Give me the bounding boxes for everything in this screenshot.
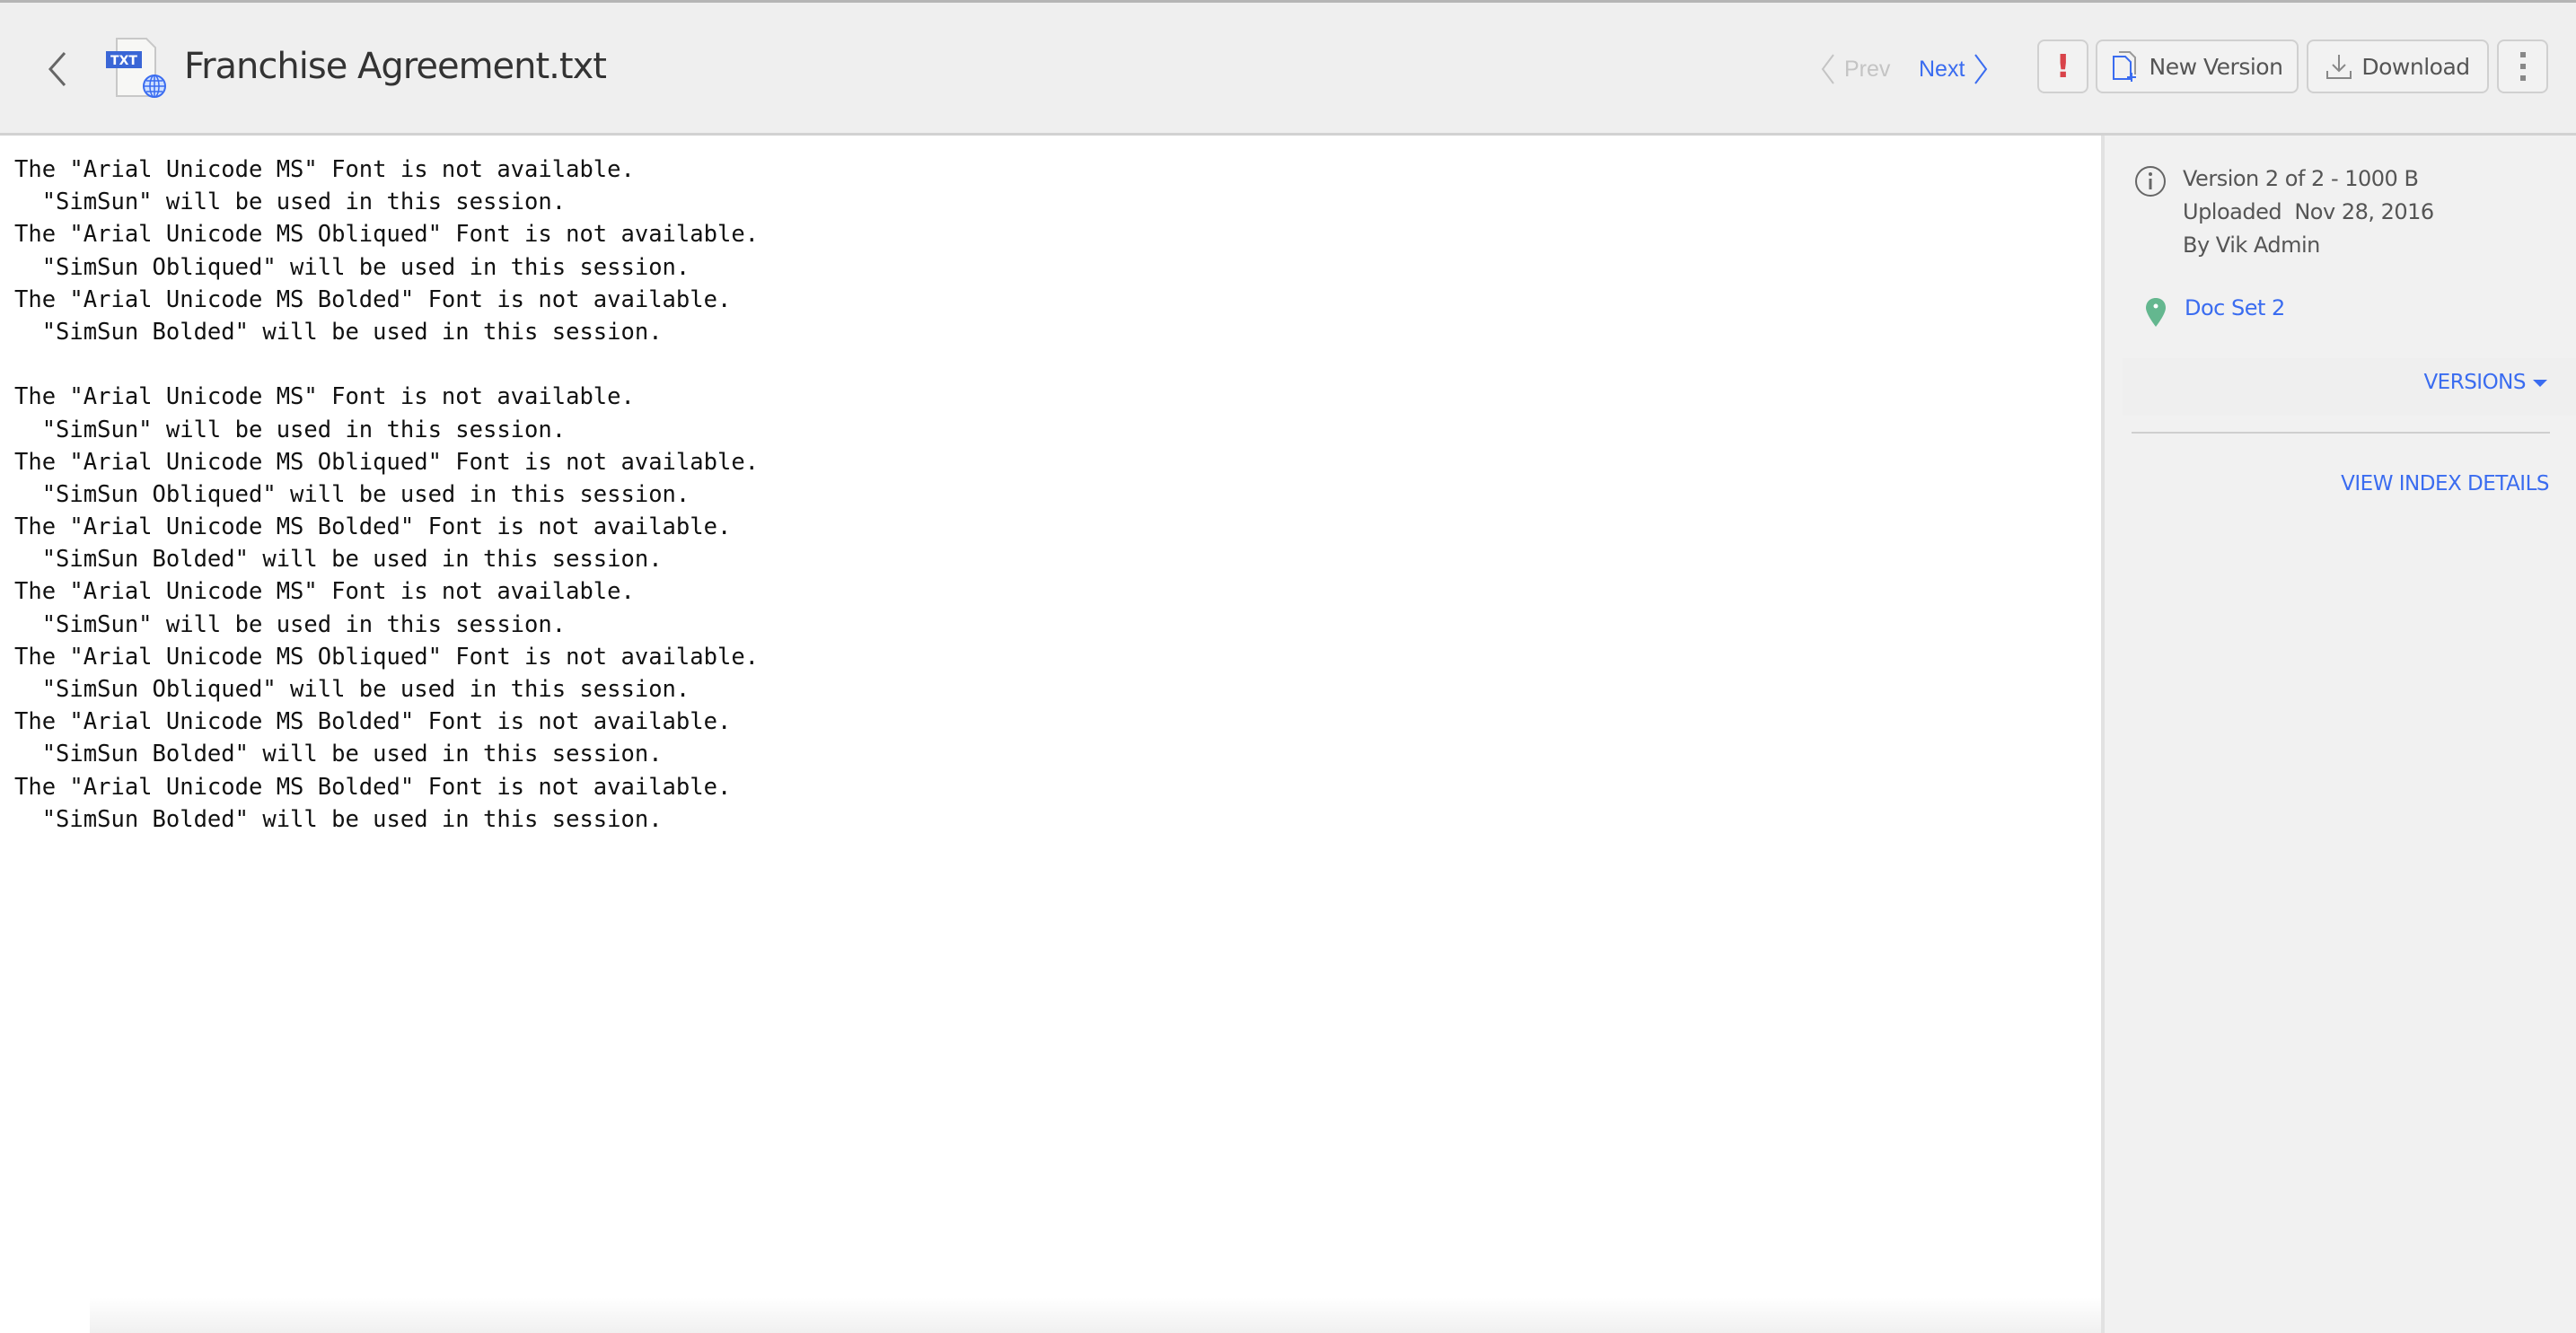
next-label: Next	[1919, 56, 1965, 82]
text-line: The "Arial Unicode MS Obliqued" Font is …	[14, 643, 760, 671]
view-index-details-link[interactable]: VIEW INDEX DETAILS	[2341, 472, 2549, 495]
text-line: The "Arial Unicode MS" Font is not avail…	[14, 578, 635, 606]
bottom-shadow	[90, 1297, 2101, 1333]
text-line: "SimSun" will be used in this session.	[14, 416, 567, 443]
svg-text:TXT: TXT	[110, 54, 137, 68]
document-text: The "Arial Unicode MS" Font is not avail…	[14, 153, 759, 836]
text-line	[14, 348, 759, 381]
uploader-text: By Vik Admin	[2183, 232, 2320, 258]
text-line: The "Arial Unicode MS" Font is not avail…	[14, 156, 635, 183]
doc-set-link[interactable]: Doc Set 2	[2185, 295, 2285, 320]
text-line: The "Arial Unicode MS Obliqued" Font is …	[14, 221, 760, 249]
more-options-button[interactable]	[2497, 39, 2548, 93]
text-line: The "Arial Unicode MS Bolded" Font is no…	[14, 708, 732, 736]
text-line: "SimSun Bolded" will be used in this ses…	[14, 546, 663, 574]
vertical-ellipsis-icon	[2519, 52, 2526, 81]
text-line: "SimSun Obliqued" will be used in this s…	[14, 253, 690, 281]
back-chevron-icon[interactable]	[45, 49, 72, 89]
divider	[2132, 432, 2550, 434]
exclamation-icon: !	[2055, 48, 2070, 85]
text-line: "SimSun Bolded" will be used in this ses…	[14, 318, 663, 346]
txt-file-icon: TXT	[106, 38, 166, 98]
download-button[interactable]: Download	[2307, 39, 2489, 93]
version-text: Version 2 of 2 - 1000 B	[2183, 166, 2419, 191]
text-line: The "Arial Unicode MS Obliqued" Font is …	[14, 448, 760, 476]
version-info: Version 2 of 2 - 1000 B Uploaded Nov 28,…	[2183, 162, 2434, 262]
info-icon	[2135, 166, 2166, 197]
location-pin-icon	[2146, 298, 2166, 327]
versions-label: VERSIONS	[2423, 371, 2526, 394]
uploaded-text: Uploaded Nov 28, 2016	[2183, 199, 2434, 224]
new-version-label: New Version	[2149, 53, 2283, 80]
document-viewer: The "Arial Unicode MS" Font is not avail…	[0, 136, 2101, 1333]
header-bar: TXT Franchise Agreement.txt Prev Next ! …	[0, 0, 2576, 136]
info-sidebar: Version 2 of 2 - 1000 B Uploaded Nov 28,…	[2101, 136, 2576, 1333]
versions-dropdown[interactable]: VERSIONS	[2423, 371, 2547, 394]
new-version-button[interactable]: New Version	[2096, 39, 2299, 93]
document-title: Franchise Agreement.txt	[184, 46, 607, 87]
prev-button[interactable]: Prev	[1821, 53, 1890, 85]
chevron-right-icon	[1974, 54, 1988, 84]
text-line: "SimSun Bolded" will be used in this ses…	[14, 741, 663, 768]
new-version-icon	[2112, 51, 2136, 82]
next-button[interactable]: Next	[1919, 53, 1988, 85]
text-line: "SimSun Obliqued" will be used in this s…	[14, 480, 690, 508]
download-label: Download	[2361, 53, 2470, 80]
caret-down-icon	[2533, 380, 2547, 387]
text-line: The "Arial Unicode MS" Font is not avail…	[14, 383, 635, 411]
text-line: "SimSun Obliqued" will be used in this s…	[14, 676, 690, 703]
text-line: "SimSun" will be used in this session.	[14, 610, 567, 638]
text-line: The "Arial Unicode MS Bolded" Font is no…	[14, 513, 732, 541]
text-line: The "Arial Unicode MS Bolded" Font is no…	[14, 285, 732, 313]
alert-button[interactable]: !	[2037, 39, 2088, 93]
text-line: "SimSun" will be used in this session.	[14, 189, 567, 216]
text-line: The "Arial Unicode MS Bolded" Font is no…	[14, 773, 732, 801]
download-icon	[2326, 55, 2352, 79]
text-line: "SimSun Bolded" will be used in this ses…	[14, 805, 663, 833]
chevron-left-icon	[1821, 54, 1834, 84]
prev-label: Prev	[1844, 56, 1891, 82]
